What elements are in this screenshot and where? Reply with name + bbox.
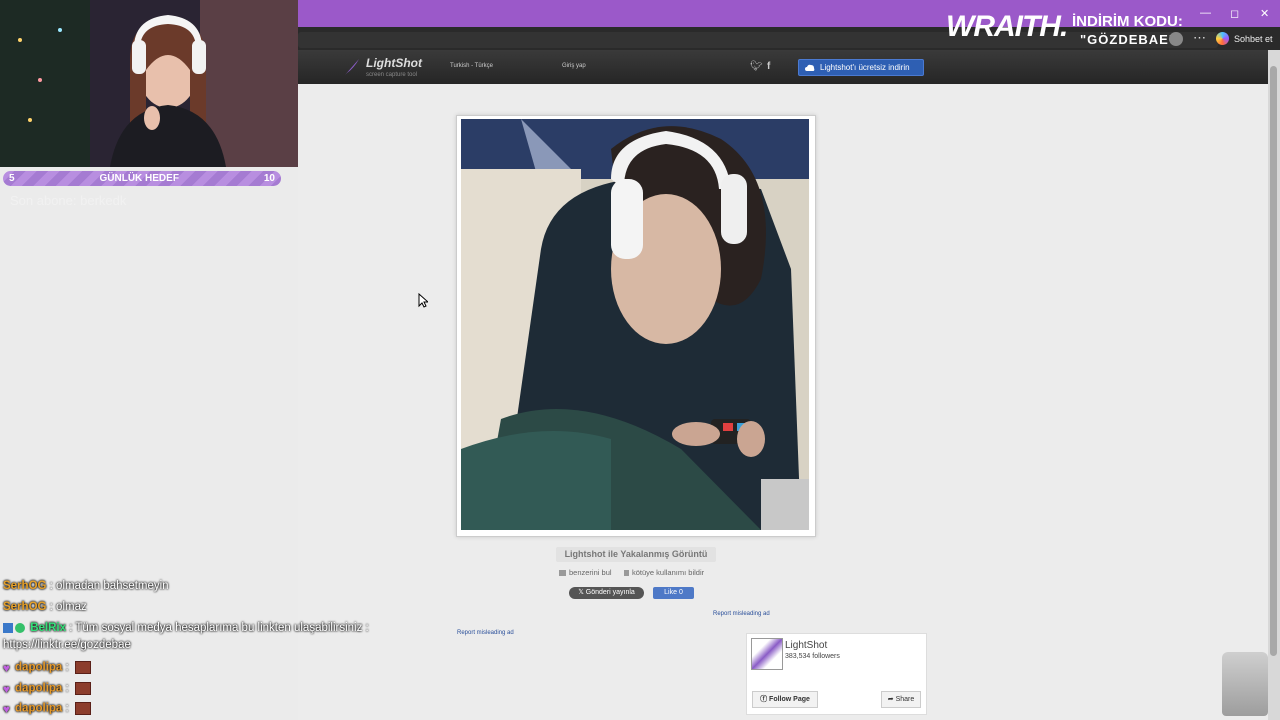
scrollbar-thumb[interactable]: [1270, 66, 1277, 656]
lightshot-tagline: screen capture tool: [366, 72, 418, 78]
lightshot-logo[interactable]: LightShot: [366, 56, 422, 70]
emote-icon: [74, 682, 91, 695]
decorative-cup-overlay: [1222, 652, 1268, 716]
tweet-button-label: Gönderi yayınla: [585, 589, 635, 596]
image-icon: [559, 569, 566, 576]
last-subscriber: Son abone: berkedk: [10, 193, 127, 208]
report-ad-link[interactable]: Report misleading ad: [457, 630, 514, 636]
sponsor-discount-code: "GÖZDEBAE": [1080, 32, 1176, 47]
chat-text: :: [62, 661, 72, 674]
daily-goal-bar: 5 GÜNLÜK HEDEF 10: [3, 171, 281, 186]
screenshot-photo: [461, 119, 809, 530]
copilot-chat-button[interactable]: Sohbet et: [1216, 32, 1273, 45]
cloud-download-icon: [805, 64, 815, 71]
language-selector[interactable]: Turkish - Türkçe: [450, 63, 493, 69]
chat-text: : olmadan bahsetmeyin: [46, 580, 169, 592]
facebook-page-name[interactable]: LightShot: [785, 640, 827, 651]
chat-message-continuation: https://linktr.ee/gozdebae: [3, 639, 131, 651]
sponsor-discount-label: İNDİRİM KODU:: [1072, 13, 1183, 30]
chat-message: BelRix : Tüm sosyal medya hesaplarıma bu…: [3, 622, 369, 634]
chat-message: ♥ dapolipa :: [3, 702, 91, 716]
chat-message: SerhOG : olmadan bahsetmeyin: [3, 580, 169, 592]
download-button[interactable]: Lightshot'ı ücretsiz indirin: [798, 59, 924, 76]
login-link[interactable]: Giriş yap: [562, 63, 586, 69]
find-similar-label: benzerini bul: [569, 568, 612, 577]
close-icon[interactable]: ✕: [1260, 7, 1269, 20]
x-icon: 𝕏: [578, 589, 586, 596]
chat-username: dapolipa: [15, 661, 63, 674]
mouse-cursor-icon: [418, 293, 428, 308]
like-button-label: Like 0: [664, 589, 683, 596]
sub-badge-icon: ♥: [3, 703, 10, 716]
follow-page-button[interactable]: ⓕ Follow Page: [752, 691, 818, 708]
facebook-icon[interactable]: f: [767, 61, 770, 72]
webcam-feed: [0, 0, 298, 167]
profile-avatar[interactable]: [1169, 32, 1183, 46]
goal-end-value: 10: [263, 173, 275, 184]
emote-icon: [74, 661, 91, 674]
copilot-icon: [1216, 32, 1229, 45]
facebook-followers-count: 383,534 followers: [785, 653, 840, 660]
chat-username: dapolipa: [15, 682, 63, 695]
chat-message: SerhOG : olmaz: [3, 601, 87, 613]
twitter-icon[interactable]: 🐦︎: [750, 61, 763, 72]
verified-badge-icon: [15, 622, 25, 633]
report-abuse-label: kötüye kullanımı bildir: [632, 568, 705, 577]
chat-text: : Tüm sosyal medya hesaplarıma bu linkte…: [66, 622, 369, 634]
download-button-label: Lightshot'ı ücretsiz indirin: [820, 63, 910, 72]
emote-icon: [74, 702, 91, 715]
chat-username: dapolipa: [15, 702, 63, 715]
chat-text: :: [62, 682, 72, 695]
more-options-icon[interactable]: ⋯: [1193, 30, 1206, 46]
lightshot-feather-icon: [345, 59, 359, 75]
facebook-like-button[interactable]: Like 0: [653, 587, 694, 599]
share-button[interactable]: ➦ Share: [881, 691, 921, 708]
goal-label: GÜNLÜK HEDEF: [99, 173, 179, 184]
sponsor-logo: WRAITH.: [946, 10, 1068, 43]
moderator-badge-icon: [3, 622, 13, 633]
find-similar-link[interactable]: benzerini bul: [559, 568, 612, 577]
minimize-icon[interactable]: —: [1200, 7, 1211, 19]
report-abuse-link[interactable]: kötüye kullanımı bildir: [624, 568, 704, 577]
follow-page-label: Follow Page: [769, 696, 810, 703]
chat-message: ♥ dapolipa :: [3, 661, 91, 675]
chat-username: SerhOG: [3, 580, 47, 592]
chat-message: ♥ dapolipa :: [3, 682, 91, 696]
webcam-image: [0, 0, 298, 167]
sub-badge-icon: ♥: [3, 683, 10, 696]
share-icon: ➦: [887, 696, 896, 703]
captured-screenshot-image[interactable]: [461, 119, 809, 530]
copilot-chat-label: Sohbet et: [1234, 33, 1273, 44]
maximize-icon[interactable]: ◻: [1230, 7, 1239, 20]
sub-badge-icon: ♥: [3, 662, 10, 675]
image-title: Lightshot ile Yakalanmış Görüntü: [556, 547, 716, 562]
tweet-button[interactable]: 𝕏 Gönderi yayınla: [569, 587, 644, 599]
report-ad-link[interactable]: Report misleading ad: [713, 611, 770, 617]
chat-username: BelRix: [30, 622, 66, 634]
chat-username: SerhOG: [3, 601, 47, 613]
flag-icon: [624, 569, 629, 576]
facebook-icon: ⓕ: [760, 696, 770, 703]
chat-text: : olmaz: [46, 601, 87, 613]
chat-text: :: [62, 702, 72, 715]
share-label: Share: [895, 696, 915, 703]
lightshot-header: [298, 50, 1268, 85]
goal-start-value: 5: [9, 173, 15, 184]
lightshot-page-avatar[interactable]: [751, 638, 783, 670]
